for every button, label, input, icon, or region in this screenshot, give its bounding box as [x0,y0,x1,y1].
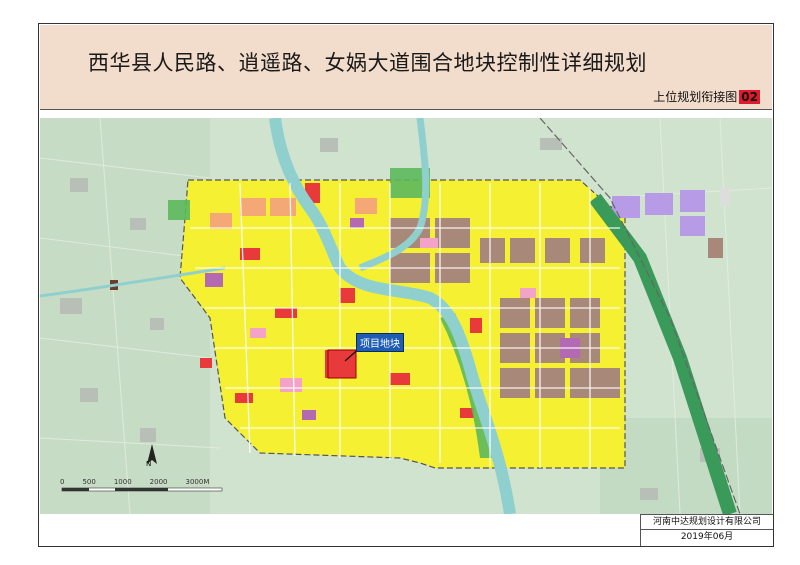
company-name: 河南中达规划设计有限公司 [641,515,773,530]
north-label: N [146,460,152,468]
map-title: 西华县人民路、逍遥路、女娲大道围合地块控制性详细规划 [88,51,647,75]
scale-bar [61,487,223,492]
scale-tick-label: 0 [60,478,65,486]
project-callout-label: 项目地块 [356,333,404,352]
sheet-subtitle: 上位规划衔接图 02 [653,88,760,105]
farmland-southeast [600,418,772,514]
title-block: 西华县人民路、逍遥路、女娲大道围合地块控制性详细规划 上位规划衔接图 02 [40,25,772,110]
scale-tick-label: 2000 [149,478,168,486]
scale-tick-label: 500 [82,478,96,486]
sheet-code: 02 [739,90,760,104]
scale-tick-label: 1000 [113,478,132,486]
east-industrial [708,238,723,258]
scale-tick-label: 3000M [185,478,210,486]
sheet-label: 上位规划衔接图 [653,90,738,104]
title-block-footer: 河南中达规划设计有限公司 2019年06月 [640,514,773,546]
station-block [720,188,730,206]
map-svg [40,118,772,514]
planning-map[interactable]: 项目地块 N 0 500 1000 2000 3000M [40,118,772,514]
scale-labels: 0 500 1000 2000 3000M [60,478,209,486]
plan-date: 2019年06月 [680,532,734,542]
